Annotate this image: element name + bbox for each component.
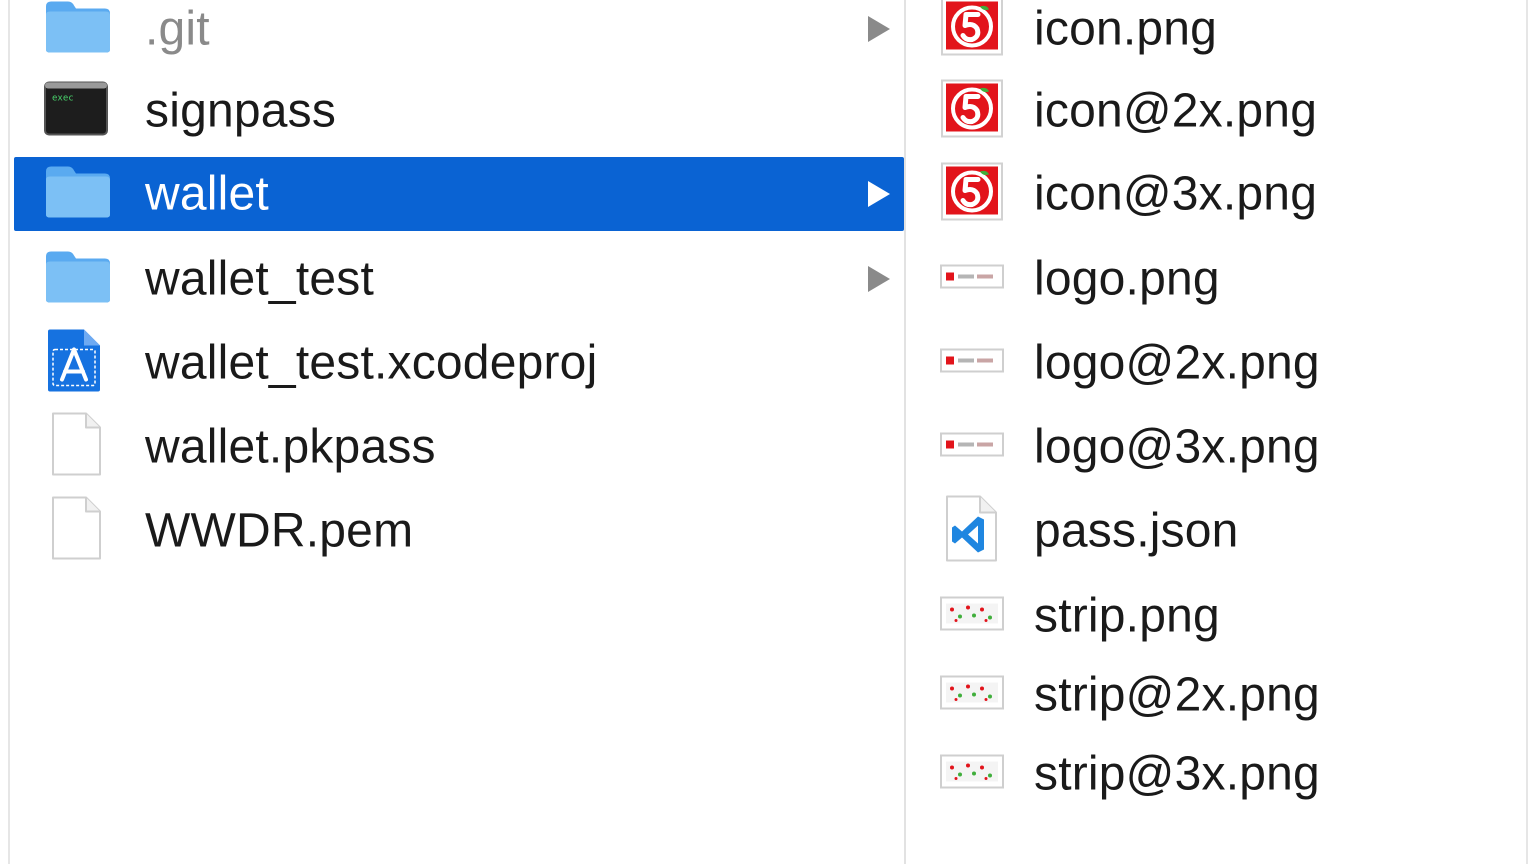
file-name: wallet_test.xcodeproj — [145, 336, 598, 390]
list-item-icon-3x-png[interactable]: icon@3x.png — [906, 157, 1526, 231]
file-name: signpass — [145, 84, 337, 138]
logo-banner-thumbnail-icon — [940, 432, 1004, 462]
list-item-icon-2x-png[interactable]: icon@2x.png — [906, 74, 1526, 148]
file-name: .git — [145, 2, 210, 56]
list-item-strip-3x-png[interactable]: strip@3x.png — [906, 737, 1526, 811]
list-item-signpass[interactable]: exec signpass — [14, 74, 904, 148]
file-name: wallet.pkpass — [145, 420, 436, 474]
file-name: logo.png — [1034, 252, 1220, 306]
list-item-wallet-test[interactable]: wallet_test — [14, 242, 904, 316]
file-name: icon@2x.png — [1034, 84, 1318, 138]
disclosure-chevron-icon[interactable] — [868, 266, 890, 292]
window-edge-left — [8, 0, 10, 864]
file-name: strip@3x.png — [1034, 747, 1320, 801]
terminal-exec-icon: exec — [44, 81, 108, 141]
vscode-json-icon — [940, 495, 1000, 568]
file-name: WWDR.pem — [145, 504, 414, 558]
list-item-strip-2x-png[interactable]: strip@2x.png — [906, 658, 1526, 732]
finder-column-view: .git exec signpass wallet wallet_test wa… — [0, 0, 1536, 864]
file-name: wallet_test — [145, 252, 374, 306]
list-item-strip-png[interactable]: strip.png — [906, 579, 1526, 653]
red-logo-thumbnail-icon — [940, 162, 1004, 227]
list-item-wwdr-pem[interactable]: WWDR.pem — [14, 494, 904, 568]
file-name: strip.png — [1034, 589, 1220, 643]
file-name: wallet — [145, 167, 269, 221]
strip-thumbnail-icon — [940, 675, 1004, 715]
disclosure-chevron-icon[interactable] — [868, 181, 890, 207]
list-item-logo-png[interactable]: logo.png — [906, 242, 1526, 316]
list-item-logo-2x-png[interactable]: logo@2x.png — [906, 326, 1526, 400]
list-item-git[interactable]: .git — [14, 0, 904, 66]
file-name: icon.png — [1034, 2, 1218, 56]
list-item-pass-json[interactable]: pass.json — [906, 494, 1526, 568]
folder-icon — [44, 249, 112, 310]
red-logo-thumbnail-icon — [940, 0, 1004, 62]
file-name: logo@3x.png — [1034, 420, 1320, 474]
left-column[interactable]: .git exec signpass wallet wallet_test wa… — [14, 0, 904, 864]
folder-icon — [44, 164, 112, 225]
red-logo-thumbnail-icon — [940, 79, 1004, 144]
exec-text: exec — [52, 94, 74, 104]
strip-thumbnail-icon — [940, 754, 1004, 794]
window-edge-right — [1526, 0, 1528, 864]
list-item-wallet[interactable]: wallet — [14, 157, 904, 231]
list-item-wallet-pkpass[interactable]: wallet.pkpass — [14, 410, 904, 484]
logo-banner-thumbnail-icon — [940, 264, 1004, 294]
file-name: pass.json — [1034, 504, 1239, 558]
document-icon — [44, 412, 104, 483]
xcode-project-icon — [44, 328, 104, 399]
list-item-logo-3x-png[interactable]: logo@3x.png — [906, 410, 1526, 484]
strip-thumbnail-icon — [940, 596, 1004, 636]
file-name: icon@3x.png — [1034, 167, 1318, 221]
list-item-icon-png[interactable]: icon.png — [906, 0, 1526, 66]
logo-banner-thumbnail-icon — [940, 348, 1004, 378]
document-icon — [44, 496, 104, 567]
right-column[interactable]: icon.png icon@2x.png icon@3x.png logo.pn… — [906, 0, 1526, 864]
file-name: logo@2x.png — [1034, 336, 1320, 390]
file-name: strip@2x.png — [1034, 668, 1320, 722]
disclosure-chevron-icon[interactable] — [868, 16, 890, 42]
list-item-wallet-test-xcodeproj[interactable]: wallet_test.xcodeproj — [14, 326, 904, 400]
folder-icon — [44, 0, 112, 60]
